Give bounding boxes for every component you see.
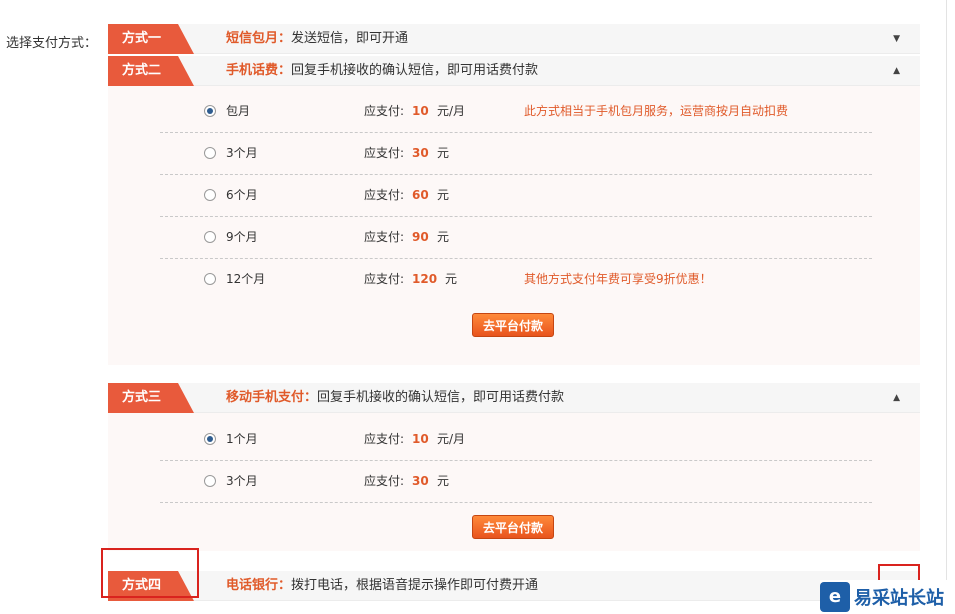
- plan-period: 包月: [226, 104, 251, 118]
- section-title-desc: 拨打电话，根据语音提示操作即可付费开通: [291, 578, 539, 593]
- expand-arrow-icon[interactable]: ▼: [893, 33, 900, 45]
- radio-button[interactable]: [204, 273, 216, 285]
- section-1-header[interactable]: 方式一 短信包月：发送短信，即可开通 ▼: [108, 24, 920, 54]
- amount-value: 10: [412, 104, 429, 118]
- amount-due-label: 应支付:: [364, 146, 405, 160]
- plan-period: 6个月: [226, 188, 258, 202]
- right-divider: [946, 0, 947, 614]
- plan-period: 1个月: [226, 432, 258, 446]
- plan-note: 其他方式支付年费可享受9折优惠！: [524, 272, 712, 286]
- go-pay-button[interactable]: 去平台付款: [472, 515, 554, 539]
- amount-due-label: 应支付:: [364, 188, 405, 202]
- section-title-strong: 电话银行：: [226, 578, 292, 593]
- amount-due-label: 应支付:: [364, 432, 405, 446]
- plan-option-row[interactable]: 9个月 应支付: 90 元: [160, 217, 872, 259]
- site-logo: e 易采站长站: [820, 580, 955, 614]
- section-title: 短信包月：发送短信，即可开通: [226, 24, 408, 54]
- collapse-arrow-icon[interactable]: ▲: [893, 65, 900, 77]
- section-2-body: 包月 应支付: 10 元/月 此方式相当于手机包月服务，运营商按月自动扣费 3个…: [108, 86, 920, 365]
- section-tag: 方式三: [108, 383, 194, 413]
- amount-value: 60: [412, 188, 429, 202]
- amount-unit: 元: [445, 272, 458, 286]
- go-pay-button[interactable]: 去平台付款: [472, 313, 554, 337]
- section-4-header[interactable]: 方式四 电话银行：拨打电话，根据语音提示操作即可付费开通 ▼: [108, 571, 920, 601]
- plan-period: 9个月: [226, 230, 258, 244]
- plan-period: 3个月: [226, 474, 258, 488]
- plan-period: 3个月: [226, 146, 258, 160]
- plan-period: 12个月: [226, 272, 266, 286]
- plan-option-row[interactable]: 1个月 应支付: 10 元/月: [160, 419, 872, 461]
- radio-button[interactable]: [204, 147, 216, 159]
- section-title-desc: 回复手机接收的确认短信，即可用话费付款: [291, 63, 539, 78]
- section-tag: 方式一: [108, 24, 194, 54]
- amount-value: 90: [412, 230, 429, 244]
- section-title: 手机话费：回复手机接收的确认短信，即可用话费付款: [226, 56, 538, 86]
- radio-button[interactable]: [204, 475, 216, 487]
- amount-unit: 元: [437, 474, 450, 488]
- plan-note: 此方式相当于手机包月服务，运营商按月自动扣费: [524, 104, 789, 118]
- radio-button[interactable]: [204, 105, 216, 117]
- pay-button-wrap: 去平台付款: [108, 301, 920, 365]
- section-title-strong: 移动手机支付：: [226, 390, 318, 405]
- section-title-strong: 短信包月：: [226, 31, 292, 46]
- section-3-body: 1个月 应支付: 10 元/月 3个月 应支付: 30 元 去平台付款: [108, 413, 920, 551]
- amount-due-label: 应支付:: [364, 230, 405, 244]
- section-title: 移动手机支付：回复手机接收的确认短信，即可用话费付款: [226, 383, 564, 413]
- amount-unit: 元: [437, 146, 450, 160]
- amount-unit: 元/月: [437, 432, 466, 446]
- amount-value: 30: [412, 474, 429, 488]
- section-title-desc: 回复手机接收的确认短信，即可用话费付款: [317, 390, 565, 405]
- pay-button-wrap: 去平台付款: [108, 503, 920, 551]
- amount-due-label: 应支付:: [364, 104, 405, 118]
- radio-button[interactable]: [204, 231, 216, 243]
- plan-option-row[interactable]: 包月 应支付: 10 元/月 此方式相当于手机包月服务，运营商按月自动扣费: [160, 91, 872, 133]
- section-3-header[interactable]: 方式三 移动手机支付：回复手机接收的确认短信，即可用话费付款 ▲: [108, 383, 920, 413]
- amount-unit: 元/月: [437, 104, 466, 118]
- section-title-strong: 手机话费：: [226, 63, 292, 78]
- logo-text: 易采站长站: [854, 588, 944, 609]
- amount-value: 10: [412, 432, 429, 446]
- amount-value: 120: [412, 272, 438, 286]
- logo-icon: e: [820, 582, 850, 612]
- section-2-header[interactable]: 方式二 手机话费：回复手机接收的确认短信，即可用话费付款 ▲: [108, 56, 920, 86]
- plan-option-row[interactable]: 3个月 应支付: 30 元: [160, 461, 872, 503]
- section-title: 电话银行：拨打电话，根据语音提示操作即可付费开通: [226, 571, 538, 601]
- plan-option-row[interactable]: 12个月 应支付: 120 元 其他方式支付年费可享受9折优惠！: [160, 259, 872, 301]
- plan-option-row[interactable]: 3个月 应支付: 30 元: [160, 133, 872, 175]
- amount-value: 30: [412, 146, 429, 160]
- highlight-box-tag: [101, 548, 199, 598]
- radio-button[interactable]: [204, 433, 216, 445]
- collapse-arrow-icon[interactable]: ▲: [893, 392, 900, 404]
- payment-sections: 方式一 短信包月：发送短信，即可开通 ▼ 方式二 手机话费：回复手机接收的确认短…: [108, 24, 920, 601]
- section-tag: 方式二: [108, 56, 194, 86]
- radio-button[interactable]: [204, 189, 216, 201]
- payment-method-label: 选择支付方式：: [6, 36, 98, 51]
- amount-due-label: 应支付:: [364, 474, 405, 488]
- amount-due-label: 应支付:: [364, 272, 405, 286]
- amount-unit: 元: [437, 230, 450, 244]
- section-title-desc: 发送短信，即可开通: [291, 31, 409, 46]
- amount-unit: 元: [437, 188, 450, 202]
- plan-option-row[interactable]: 6个月 应支付: 60 元: [160, 175, 872, 217]
